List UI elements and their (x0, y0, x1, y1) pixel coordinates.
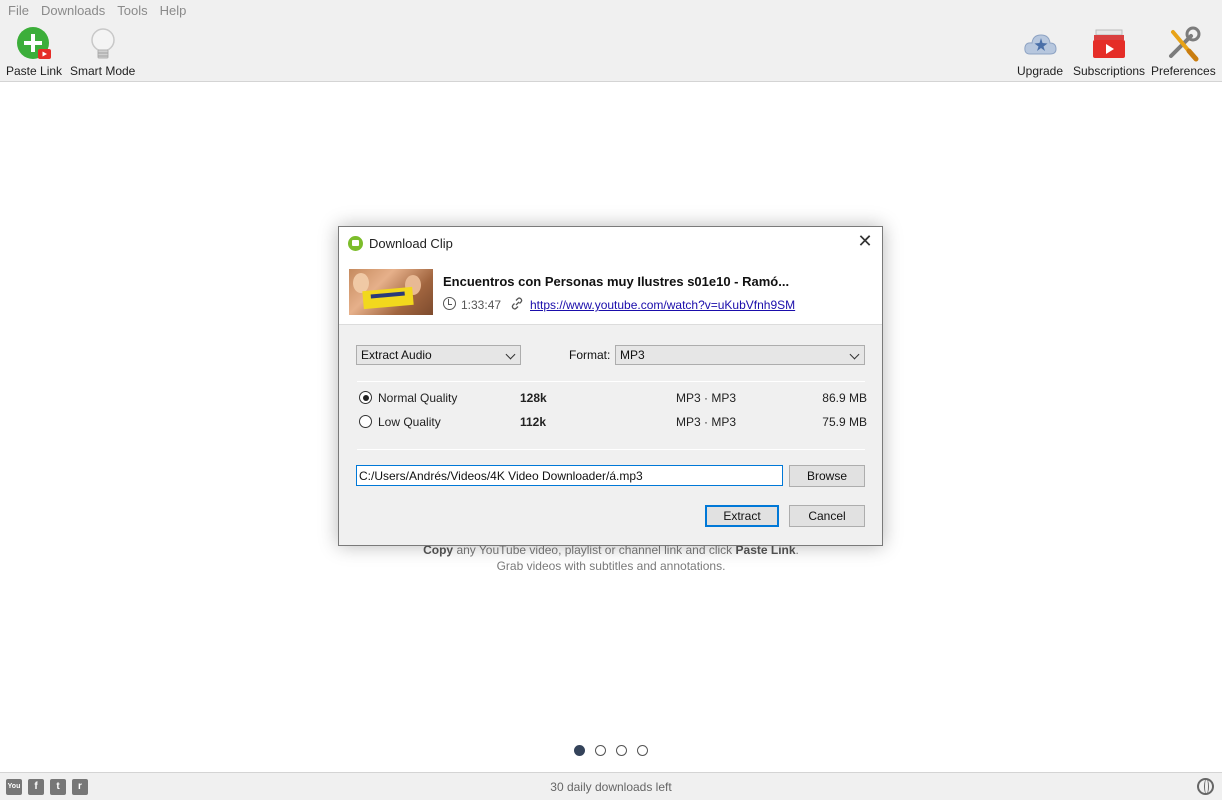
quality-name: Normal Quality (378, 391, 458, 405)
output-path-input[interactable] (356, 465, 783, 486)
subscriptions-button[interactable]: Subscriptions (1073, 26, 1145, 78)
mode-select[interactable]: Extract Audio (356, 345, 521, 365)
chevron-down-icon (849, 349, 860, 360)
quality-radio-normal[interactable] (359, 391, 372, 404)
cancel-button[interactable]: Cancel (789, 505, 865, 527)
smart-mode-button[interactable]: Smart Mode (70, 26, 135, 78)
subscriptions-label: Subscriptions (1073, 64, 1146, 78)
clip-title: Encuentros con Personas muy Ilustres s01… (443, 274, 790, 289)
carousel-dot-1[interactable] (574, 745, 585, 756)
preferences-label: Preferences (1151, 64, 1216, 78)
menu-downloads[interactable]: Downloads (35, 0, 111, 22)
paste-link-button[interactable]: Paste Link (6, 26, 62, 78)
carousel-dot-2[interactable] (595, 745, 606, 756)
dialog-title: Download Clip (369, 236, 453, 251)
cloud-upgrade-icon (1022, 26, 1058, 62)
upgrade-label: Upgrade (1017, 64, 1064, 78)
menu-file[interactable]: File (2, 0, 35, 22)
app-logo-icon (348, 236, 363, 251)
menu-help[interactable]: Help (154, 0, 193, 22)
close-icon[interactable]: ✕ (856, 232, 874, 250)
quality-option-normal[interactable]: Normal Quality 128k MP3 · MP3 86.9 MB (359, 389, 867, 407)
hint-line-2: Grab videos with subtitles and annotatio… (496, 559, 726, 573)
download-clip-dialog: Download Clip ✕ Encuentros con Personas … (338, 226, 883, 546)
video-thumbnail (349, 269, 433, 315)
extract-button[interactable]: Extract (705, 505, 779, 527)
paste-link-label: Paste Link (6, 64, 63, 78)
clock-icon (443, 297, 456, 310)
format-select-value: MP3 (620, 348, 645, 362)
carousel-dot-4[interactable] (637, 745, 648, 756)
preferences-button[interactable]: Preferences (1151, 26, 1216, 78)
smart-mode-label: Smart Mode (70, 64, 136, 78)
upgrade-button[interactable]: Upgrade (1017, 26, 1063, 78)
paste-link-icon (16, 26, 52, 62)
dialog-header: Download Clip ✕ Encuentros con Personas … (339, 227, 882, 325)
chevron-down-icon (505, 349, 516, 360)
format-select[interactable]: MP3 (615, 345, 865, 365)
lightbulb-icon (85, 26, 121, 62)
browse-button[interactable]: Browse (789, 465, 865, 487)
globe-icon[interactable] (1197, 778, 1214, 795)
quality-size: 86.9 MB (822, 391, 867, 405)
quality-radio-low[interactable] (359, 415, 372, 428)
menu-tools[interactable]: Tools (111, 0, 153, 22)
wrench-screwdriver-icon (1165, 26, 1201, 62)
daily-downloads-left: 30 daily downloads left (550, 780, 672, 794)
divider (357, 449, 865, 450)
mode-select-value: Extract Audio (361, 348, 432, 362)
menu-bar: File Downloads Tools Help (0, 0, 1222, 22)
quality-option-low[interactable]: Low Quality 112k MP3 · MP3 75.9 MB (359, 413, 867, 431)
quality-format: MP3 · MP3 (676, 415, 737, 429)
clip-url-link[interactable]: https://www.youtube.com/watch?v=uKubVfnh… (530, 298, 795, 312)
subscriptions-icon (1091, 26, 1127, 62)
quality-name: Low Quality (378, 415, 441, 429)
carousel-dot-3[interactable] (616, 745, 627, 756)
quality-bitrate: 128k (520, 391, 547, 405)
divider (357, 381, 865, 382)
carousel-dots (574, 745, 648, 756)
quality-size: 75.9 MB (822, 415, 867, 429)
empty-state-hint: Copy any YouTube video, playlist or chan… (0, 542, 1222, 574)
status-bar: You f t r 30 daily downloads left (0, 772, 1222, 800)
quality-format: MP3 · MP3 (676, 391, 737, 405)
format-label: Format: (569, 348, 611, 362)
toolbar: Paste Link Smart Mode Upgrade Subscripti… (0, 22, 1222, 82)
quality-bitrate: 112k (520, 415, 547, 429)
link-icon (511, 297, 523, 310)
clip-duration: 1:33:47 (461, 298, 502, 312)
